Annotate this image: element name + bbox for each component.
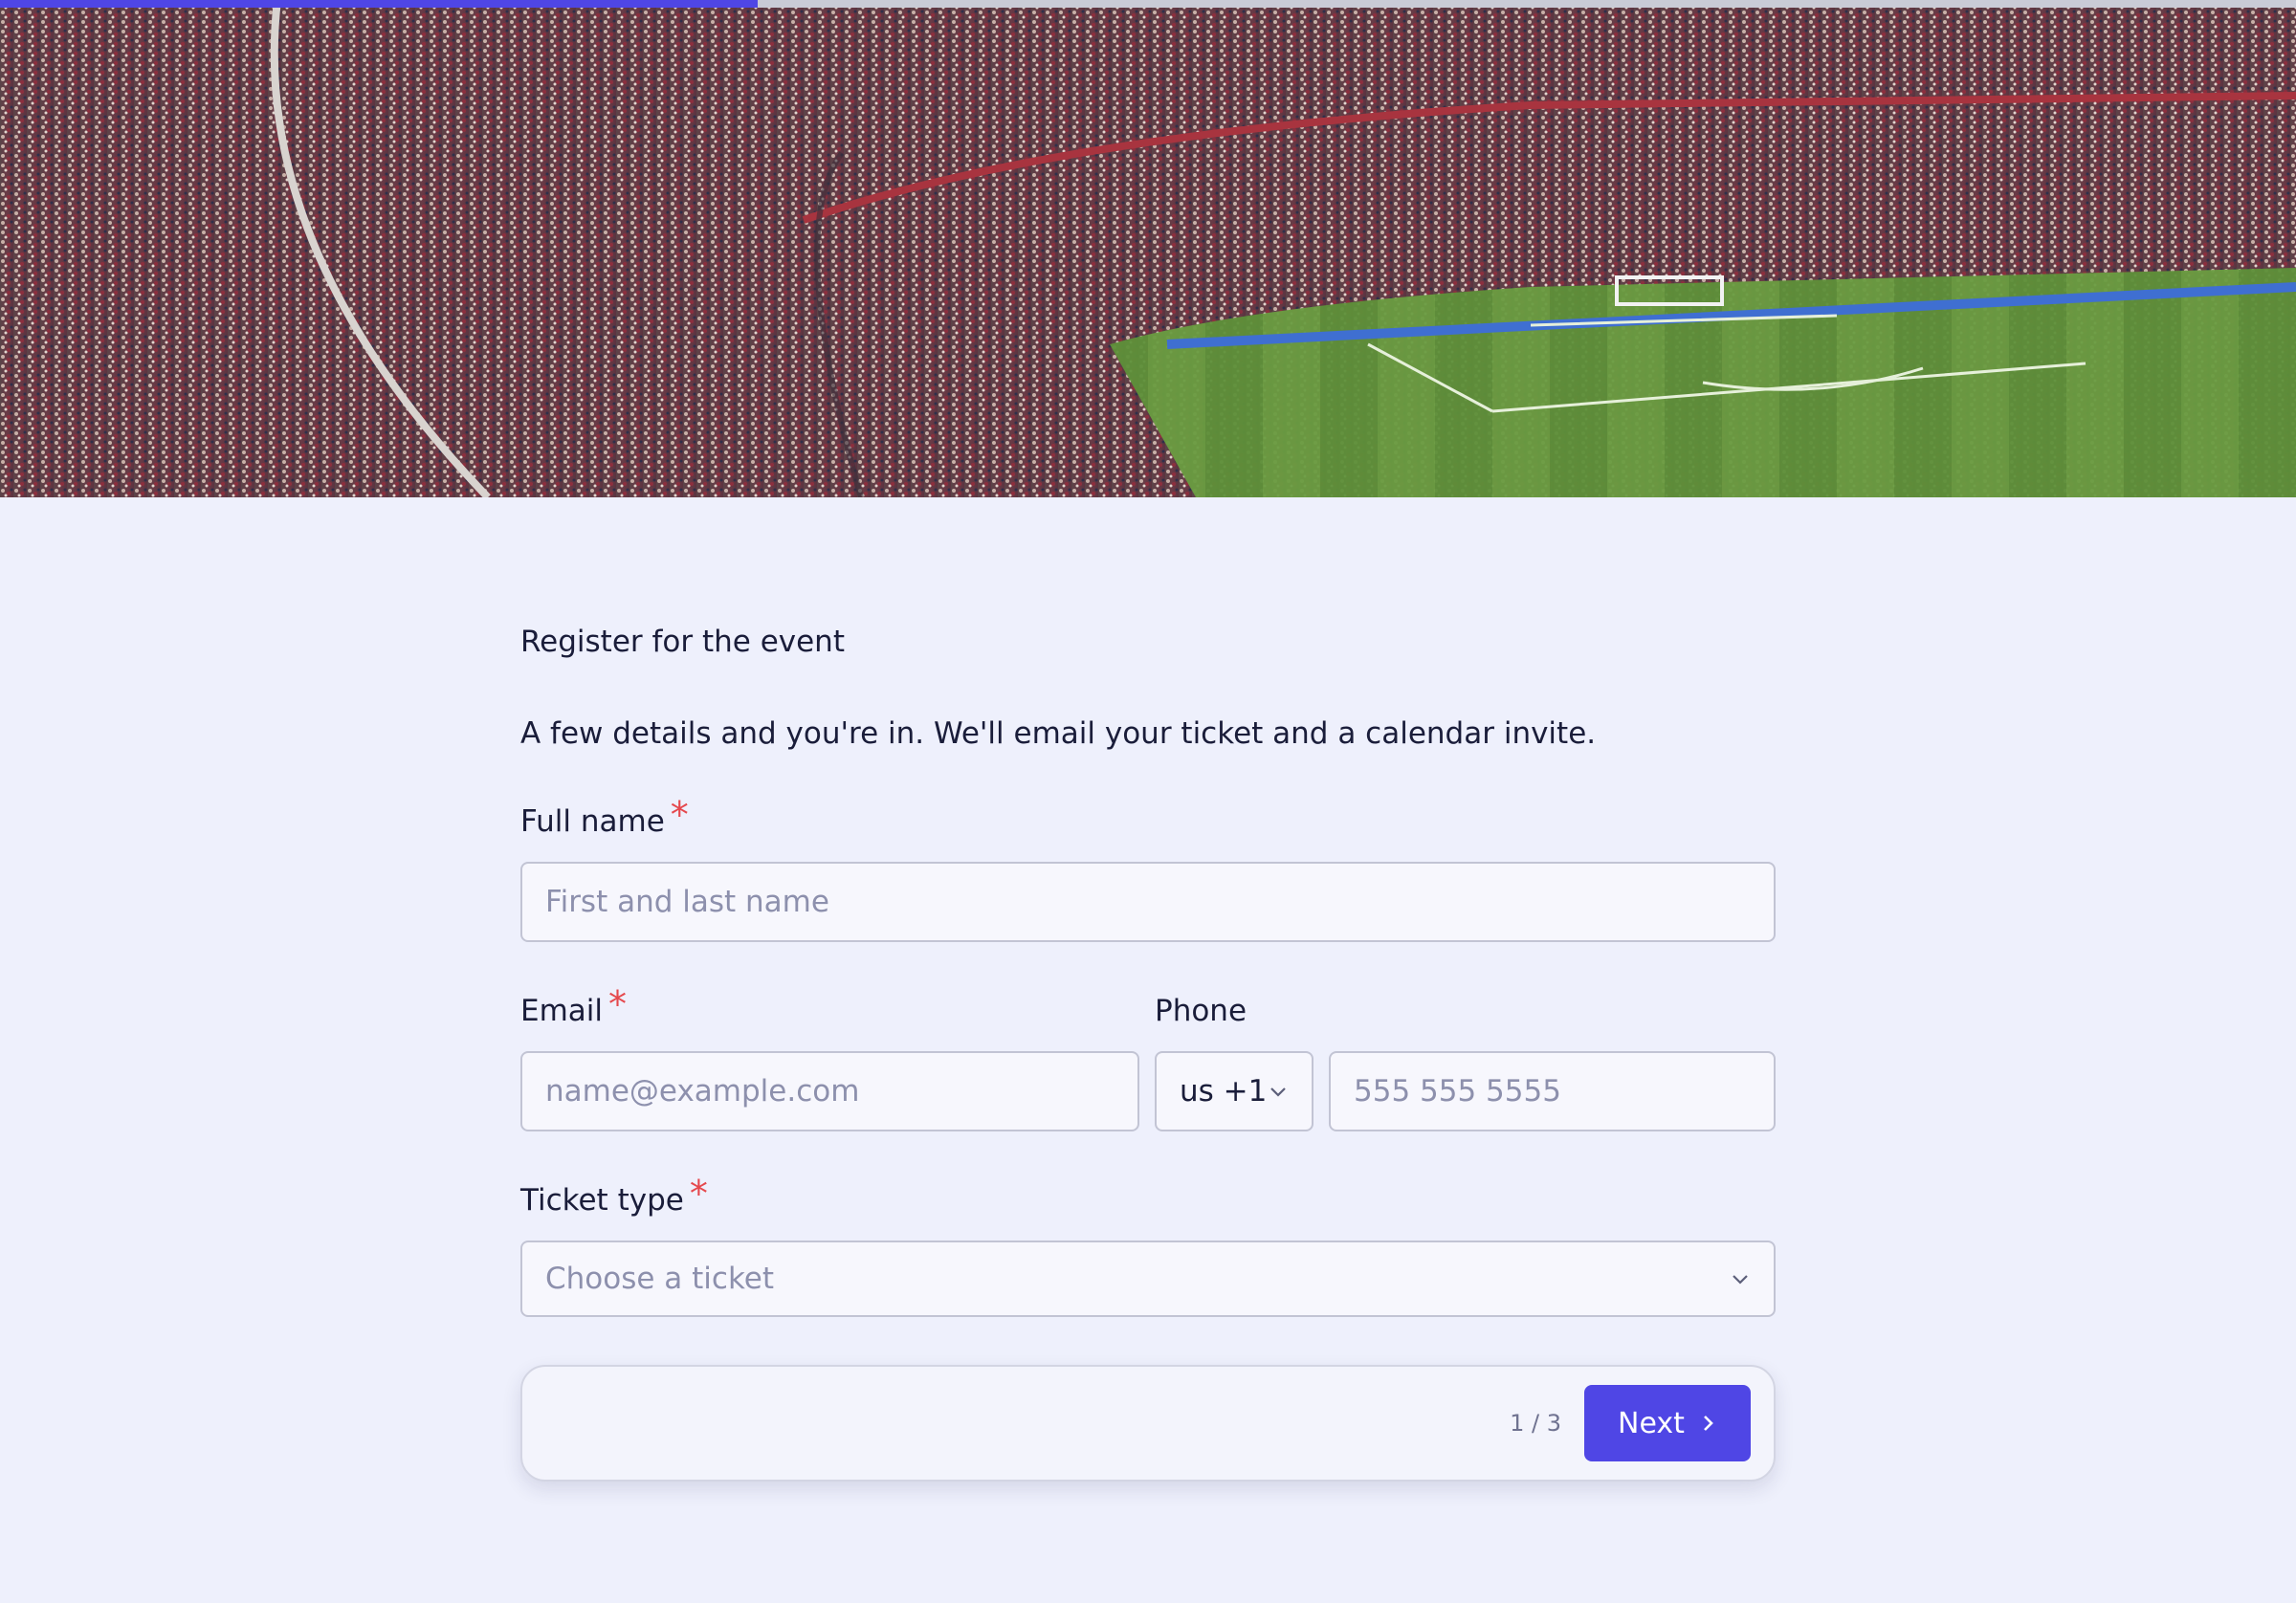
email-label: Email * <box>520 983 628 1032</box>
form-title: Register for the event <box>520 625 845 659</box>
page-indicator: 1 / 3 <box>1510 1410 1561 1437</box>
email-label-text: Email <box>520 994 604 1028</box>
full-name-label-text: Full name <box>520 804 665 839</box>
next-button-label: Next <box>1618 1406 1685 1440</box>
required-mark: * <box>670 794 689 836</box>
required-mark: * <box>608 983 628 1025</box>
country-code-value: us +1 <box>1180 1074 1268 1109</box>
phone-input[interactable]: 555 555 5555 <box>1329 1051 1776 1131</box>
stadium-image <box>0 0 2296 497</box>
next-button[interactable]: Next <box>1584 1385 1751 1461</box>
ticket-type-select[interactable]: Choose a ticket <box>520 1241 1776 1317</box>
phone-label-text: Phone <box>1155 994 1247 1028</box>
hero-image <box>0 0 2296 497</box>
registration-form: Register for the event A few details and… <box>520 612 1776 1482</box>
chevron-right-icon <box>1704 1416 1713 1431</box>
country-code-select[interactable]: us +1 <box>1155 1051 1314 1131</box>
phone-placeholder: 555 555 5555 <box>1354 1074 1561 1109</box>
phone-label: Phone <box>1155 990 1247 1032</box>
chevron-down-icon <box>1270 1087 1286 1097</box>
ticket-type-placeholder: Choose a ticket <box>545 1262 775 1296</box>
full-name-input[interactable]: First and last name <box>520 862 1776 942</box>
ticket-type-label: Ticket type * <box>520 1173 708 1221</box>
ticket-type-label-text: Ticket type <box>520 1183 684 1218</box>
progress-bar <box>0 0 2296 8</box>
chevron-down-icon <box>1733 1275 1748 1285</box>
required-mark: * <box>689 1173 708 1215</box>
email-placeholder: name@example.com <box>545 1074 860 1109</box>
email-field[interactable]: name@example.com <box>520 1051 1139 1131</box>
form-subtitle: A few details and you're in. We'll email… <box>520 716 1597 751</box>
full-name-placeholder: First and last name <box>545 885 829 919</box>
progress-fill <box>0 0 758 8</box>
form-footer: 1 / 3 Next <box>520 1365 1776 1482</box>
full-name-label: Full name * <box>520 794 689 843</box>
